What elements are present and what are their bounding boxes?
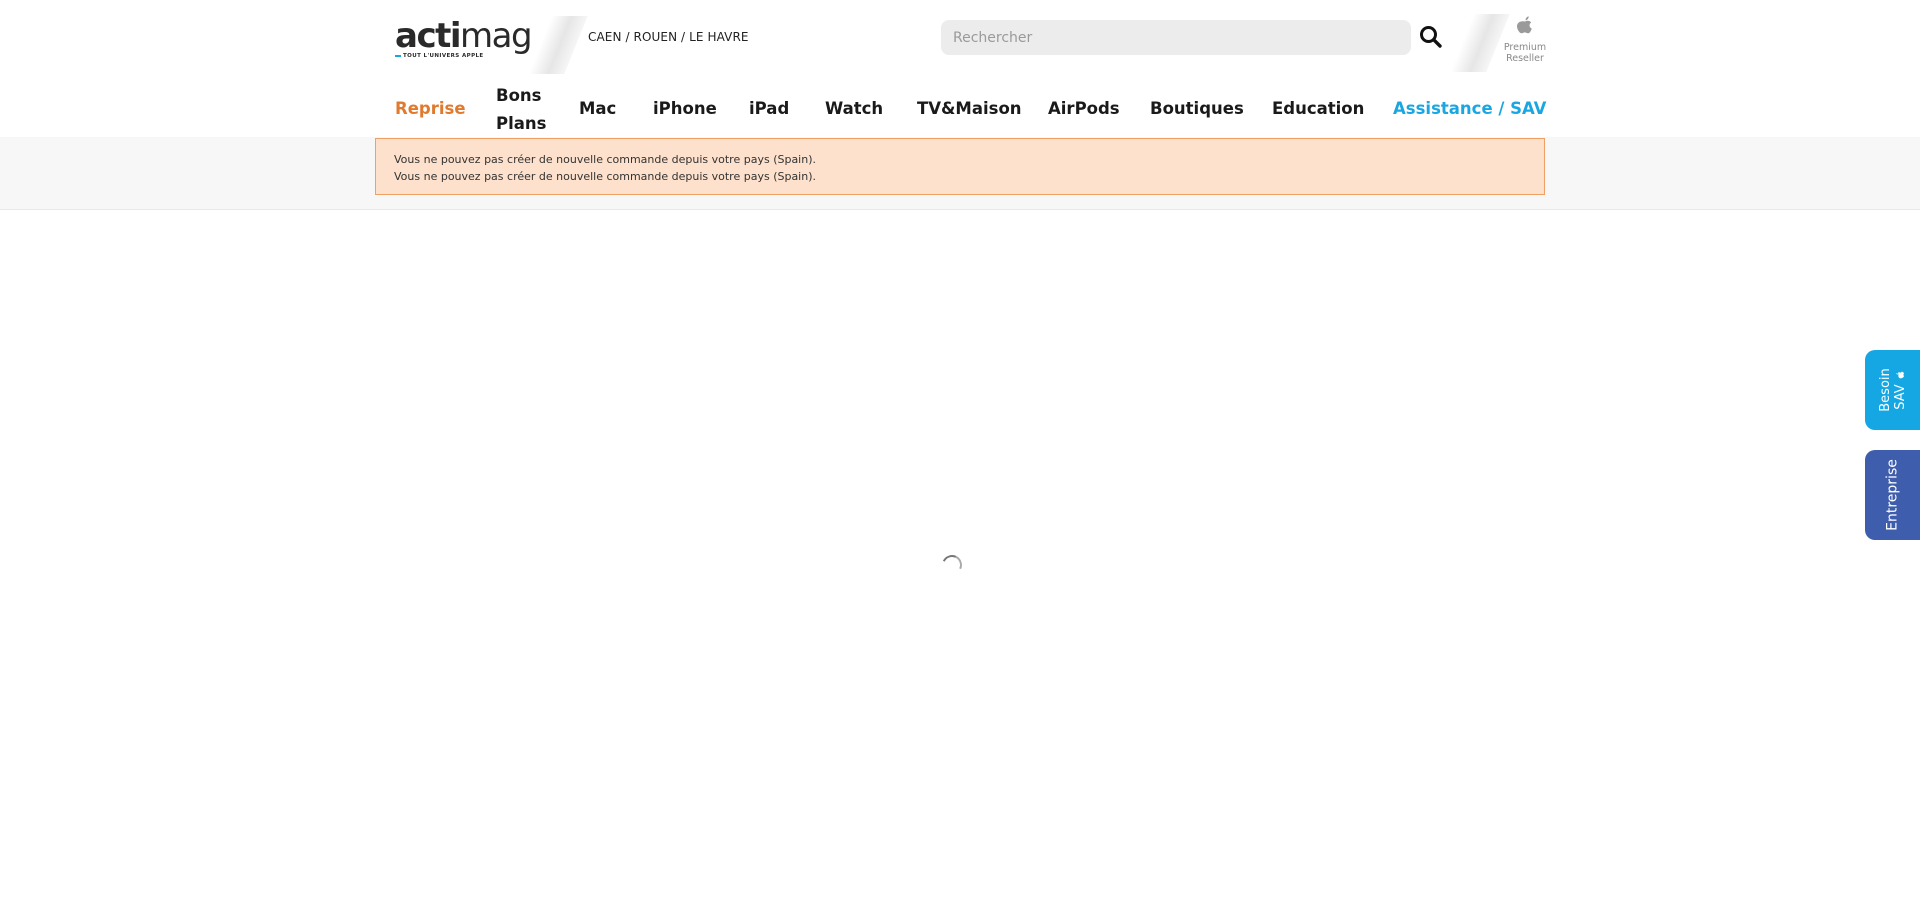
apple-icon <box>1895 372 1903 379</box>
nav-item-boutiques[interactable]: Boutiques <box>1150 95 1244 123</box>
country-order-alert: Vous ne pouvez pas créer de nouvelle com… <box>375 138 1545 195</box>
apple-icon <box>1517 16 1532 34</box>
besoin-sav-tab[interactable]: Besoin SAV <box>1865 350 1920 430</box>
nav-label-plans: Plans <box>496 114 547 133</box>
nav-item-education[interactable]: Education <box>1272 95 1364 123</box>
reseller-line1: Premium <box>1503 42 1547 53</box>
logo-accent <box>395 55 401 57</box>
logo-wordmark: actimag <box>395 16 533 56</box>
alert-message: Vous ne pouvez pas créer de nouvelle com… <box>394 153 817 166</box>
actimag-logo[interactable]: actimag TOUT L'UNIVERS APPLE <box>395 16 533 59</box>
loading-spinner <box>939 552 965 578</box>
nav-label-bons: Bons <box>496 86 542 105</box>
nav-item-reprise[interactable]: Reprise <box>395 95 466 123</box>
entreprise-label: Entreprise <box>1884 459 1900 531</box>
nav-item-tv-maison[interactable]: TV&Maison <box>917 95 1022 123</box>
nav-item-mac[interactable]: Mac <box>579 95 616 123</box>
search-icon[interactable] <box>1418 24 1444 50</box>
entreprise-tab[interactable]: Entreprise <box>1865 450 1920 540</box>
alert-message: Vous ne pouvez pas créer de nouvelle com… <box>394 170 817 183</box>
site-header: actimag TOUT L'UNIVERS APPLE CAEN / ROUE… <box>0 0 1920 137</box>
reseller-line2: Reseller <box>1506 53 1544 64</box>
nav-item-bons-plans[interactable]: Bons Plans <box>496 82 546 138</box>
premium-reseller-badge: Premium Reseller <box>1498 14 1552 64</box>
nav-item-ipad[interactable]: iPad <box>749 95 789 123</box>
besoin-sav-line1: Besoin <box>1877 368 1893 412</box>
store-cities: CAEN / ROUEN / LE HAVRE <box>588 30 749 44</box>
nav-item-airpods[interactable]: AirPods <box>1048 95 1120 123</box>
besoin-sav-line2: SAV <box>1892 384 1908 410</box>
search-input[interactable] <box>941 20 1411 55</box>
nav-item-watch[interactable]: Watch <box>825 95 883 123</box>
header-divider <box>528 16 588 74</box>
nav-item-iphone[interactable]: iPhone <box>653 95 717 123</box>
logo-tagline: TOUT L'UNIVERS APPLE <box>403 53 484 59</box>
nav-item-assistance-sav[interactable]: Assistance / SAV <box>1393 95 1546 123</box>
besoin-sav-label: Besoin SAV <box>1878 368 1908 412</box>
